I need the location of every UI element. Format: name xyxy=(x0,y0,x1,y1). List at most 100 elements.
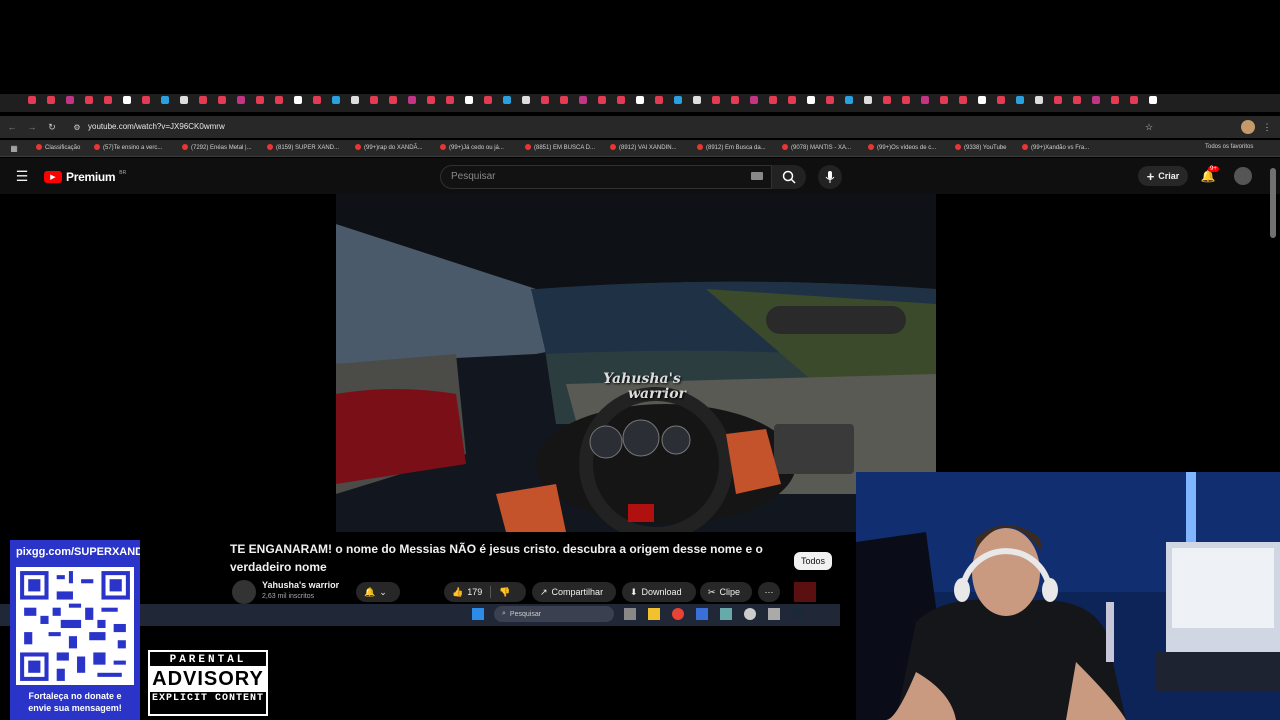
browser-tab[interactable] xyxy=(750,96,758,104)
bookmark-item[interactable]: (9338) YouTube xyxy=(955,144,1006,151)
browser-tab[interactable] xyxy=(408,96,416,104)
steam-icon[interactable] xyxy=(792,608,804,620)
browser-tab[interactable] xyxy=(997,96,1005,104)
account-avatar[interactable] xyxy=(1234,167,1252,185)
channel-name[interactable]: Yahusha's warrior xyxy=(262,580,339,590)
browser-tab[interactable] xyxy=(1073,96,1081,104)
browser-tab[interactable] xyxy=(598,96,606,104)
browser-tab[interactable] xyxy=(712,96,720,104)
bookmark-item[interactable]: (9078) MANTIS - XA... xyxy=(782,144,851,151)
browser-tab[interactable] xyxy=(560,96,568,104)
profile-avatar[interactable] xyxy=(1241,120,1255,134)
bookmark-item[interactable]: (8851) EM BUSCA D... xyxy=(525,144,595,151)
create-button[interactable]: + Criar xyxy=(1138,166,1188,186)
related-thumbnail[interactable] xyxy=(794,582,816,602)
browser-tab[interactable] xyxy=(1130,96,1138,104)
browser-tab[interactable] xyxy=(465,96,473,104)
browser-tab[interactable] xyxy=(28,96,36,104)
more-actions-button[interactable]: ⋯ xyxy=(758,582,780,602)
scrollbar-thumb[interactable] xyxy=(1270,168,1276,238)
forward-icon[interactable]: → xyxy=(26,121,38,133)
browser-tab[interactable] xyxy=(47,96,55,104)
thumbs-down-icon[interactable]: 👎 xyxy=(499,587,510,598)
bookmark-item[interactable]: (99+)rap do XANDÃ... xyxy=(355,144,423,151)
thumbs-up-icon[interactable]: 👍 xyxy=(452,587,463,598)
app-icon[interactable] xyxy=(720,608,732,620)
subscribe-bell-button[interactable]: 🔔 ⌄ xyxy=(356,582,400,602)
browser-tab[interactable] xyxy=(275,96,283,104)
browser-tab[interactable] xyxy=(389,96,397,104)
chip-all[interactable]: Todos xyxy=(794,552,832,570)
voice-search-button[interactable] xyxy=(818,165,842,189)
bookmark-item[interactable]: (99+)Já cedo ou já... xyxy=(440,144,504,151)
windows-start-icon[interactable] xyxy=(472,608,484,620)
search-button[interactable] xyxy=(772,165,806,189)
browser-tab[interactable] xyxy=(161,96,169,104)
all-bookmarks-link[interactable]: Todos os favoritos xyxy=(1205,144,1253,150)
browser-tab[interactable] xyxy=(1016,96,1024,104)
menu-dots-icon[interactable]: ⋮ xyxy=(1262,121,1272,133)
browser-tab[interactable] xyxy=(1092,96,1100,104)
video-player[interactable]: Yahusha's warrior xyxy=(336,194,936,532)
share-button[interactable]: ↗ Compartilhar xyxy=(532,582,616,602)
browser-tab[interactable] xyxy=(104,96,112,104)
browser-tab[interactable] xyxy=(655,96,663,104)
browser-tab[interactable] xyxy=(864,96,872,104)
browser-tab[interactable] xyxy=(902,96,910,104)
bookmark-item[interactable]: (8912) Em Busca da... xyxy=(697,144,766,151)
app-icon[interactable] xyxy=(696,608,708,620)
browser-tab[interactable] xyxy=(807,96,815,104)
taskbar-search[interactable]: ⌕ Pesquisar xyxy=(494,606,614,622)
browser-tab[interactable] xyxy=(503,96,511,104)
browser-tab[interactable] xyxy=(978,96,986,104)
browser-tab[interactable] xyxy=(427,96,435,104)
apps-grid-icon[interactable]: ▦ xyxy=(8,142,20,154)
youtube-logo[interactable]: ▶ Premium BR xyxy=(44,170,126,184)
browser-tab[interactable] xyxy=(1149,96,1157,104)
reload-icon[interactable]: ↻ xyxy=(46,121,58,133)
browser-tab[interactable] xyxy=(123,96,131,104)
browser-tab[interactable] xyxy=(826,96,834,104)
browser-tab[interactable] xyxy=(579,96,587,104)
bookmark-item[interactable]: (8159) SUPER XAND... xyxy=(267,144,339,151)
browser-tab[interactable] xyxy=(256,96,264,104)
browser-tab[interactable] xyxy=(693,96,701,104)
channel-avatar[interactable] xyxy=(232,580,256,604)
browser-tab[interactable] xyxy=(446,96,454,104)
browser-tab[interactable] xyxy=(142,96,150,104)
browser-tab[interactable] xyxy=(769,96,777,104)
back-icon[interactable]: ← xyxy=(6,121,18,133)
browser-tab[interactable] xyxy=(199,96,207,104)
browser-tab[interactable] xyxy=(845,96,853,104)
chrome-icon[interactable] xyxy=(672,608,684,620)
site-info-icon[interactable]: ⚙ xyxy=(72,122,82,132)
file-explorer-icon[interactable] xyxy=(648,608,660,620)
browser-tab[interactable] xyxy=(788,96,796,104)
download-button[interactable]: ⬇ Download xyxy=(622,582,696,602)
browser-tab[interactable] xyxy=(883,96,891,104)
bookmark-item[interactable]: (7292) Enéas Metal |... xyxy=(182,144,252,151)
search-input[interactable]: Pesquisar xyxy=(440,165,772,189)
settings-icon[interactable] xyxy=(768,608,780,620)
browser-tab[interactable] xyxy=(370,96,378,104)
keyboard-icon[interactable] xyxy=(751,172,763,180)
browser-tab[interactable] xyxy=(522,96,530,104)
browser-tab[interactable] xyxy=(959,96,967,104)
browser-tab[interactable] xyxy=(332,96,340,104)
bookmark-item[interactable]: (57)Te ensino a verc... xyxy=(94,144,162,151)
browser-tab[interactable] xyxy=(180,96,188,104)
bookmark-star-icon[interactable]: ☆ xyxy=(1143,121,1155,133)
bookmark-item[interactable]: (8912) VAI XANDIN... xyxy=(610,144,677,151)
bookmark-item[interactable]: Classificação xyxy=(36,144,80,151)
browser-tab[interactable] xyxy=(66,96,74,104)
obs-icon[interactable] xyxy=(744,608,756,620)
browser-tab[interactable] xyxy=(636,96,644,104)
clip-button[interactable]: ✂ Clipe xyxy=(700,582,752,602)
bookmark-item[interactable]: (99+)Xandão vs Fra... xyxy=(1022,144,1089,151)
browser-tab[interactable] xyxy=(218,96,226,104)
url-field[interactable]: youtube.com/watch?v=JX96CK0wmrw xyxy=(88,122,225,131)
browser-tab[interactable] xyxy=(1054,96,1062,104)
browser-tab[interactable] xyxy=(617,96,625,104)
browser-tab[interactable] xyxy=(541,96,549,104)
browser-tab[interactable] xyxy=(731,96,739,104)
